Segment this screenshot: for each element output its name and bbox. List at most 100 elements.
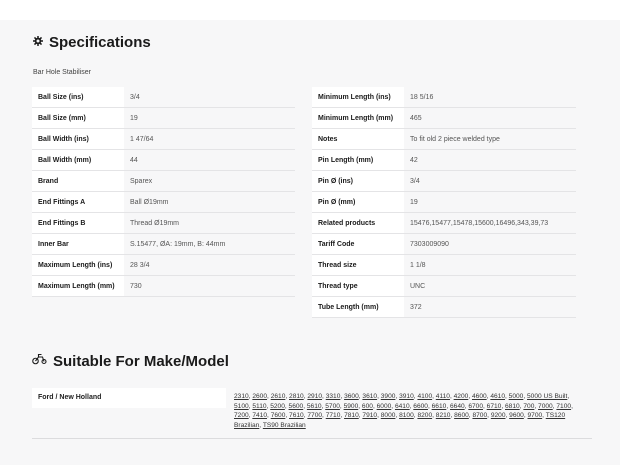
model-link[interactable]: 9700	[528, 412, 543, 419]
spec-value: 44	[124, 149, 295, 171]
model-link[interactable]: 5610	[307, 403, 322, 410]
spec-label: Minimum Length (mm)	[312, 107, 404, 129]
model-link[interactable]: 7200	[234, 412, 249, 419]
spec-row: Ball Width (ins) 1 47/64	[32, 128, 295, 150]
spec-row: Notes To fit old 2 piece welded type	[312, 128, 576, 150]
spec-value: 7303009090	[404, 233, 576, 255]
spec-row: Pin Length (mm) 42	[312, 149, 576, 171]
model-link[interactable]: 6610	[432, 403, 447, 410]
model-link[interactable]: 5600	[289, 403, 304, 410]
product-subtitle: Bar Hole Stabiliser	[33, 69, 91, 76]
spec-row: Brand Sparex	[32, 170, 295, 192]
spec-row: Maximum Length (ins) 28 3/4	[32, 254, 295, 276]
spec-label: Inner Bar	[32, 233, 124, 255]
model-link[interactable]: 5000 US Built	[527, 393, 567, 400]
model-link[interactable]: 5700	[325, 403, 340, 410]
model-link[interactable]: 9200	[491, 412, 506, 419]
spec-label: Minimum Length (ins)	[312, 87, 404, 108]
spec-value: 3/4	[404, 170, 576, 192]
spec-label: Thread size	[312, 254, 404, 276]
spec-label: Related products	[312, 212, 404, 234]
model-link[interactable]: 6700	[468, 403, 483, 410]
model-link[interactable]: 8000	[381, 412, 396, 419]
model-link[interactable]: 3910	[399, 393, 414, 400]
model-link[interactable]: 6640	[450, 403, 465, 410]
model-link[interactable]: 8700	[472, 412, 487, 419]
model-link[interactable]: 5100	[234, 403, 249, 410]
model-link[interactable]: 5110	[252, 403, 266, 410]
spec-label: Pin Ø (ins)	[312, 170, 404, 192]
model-link[interactable]: 2910	[307, 393, 322, 400]
model-link[interactable]: 2810	[289, 393, 304, 400]
spec-value: Sparex	[124, 170, 295, 192]
model-link[interactable]: 6810	[505, 403, 520, 410]
model-link[interactable]: 5900	[344, 403, 359, 410]
model-link[interactable]: 6000	[377, 403, 392, 410]
top-band	[0, 0, 620, 20]
spec-label: Notes	[312, 128, 404, 150]
spec-row: Related products 15476,15477,15478,15600,…	[312, 212, 576, 234]
model-link[interactable]: 3900	[381, 393, 396, 400]
model-link[interactable]: 5200	[270, 403, 285, 410]
spec-value: 18 5/16	[404, 87, 576, 108]
model-link[interactable]: 7600	[271, 412, 286, 419]
spec-label: Brand	[32, 170, 124, 192]
spec-value: S.15477, ØA: 19mm, B: 44mm	[124, 233, 295, 255]
model-link[interactable]: 7910	[362, 412, 377, 419]
spec-row: Pin Ø (ins) 3/4	[312, 170, 576, 192]
spec-value: 1 47/64	[124, 128, 295, 150]
spec-value: 3/4	[124, 87, 295, 108]
spec-row: End Fittings B Thread Ø19mm	[32, 212, 295, 234]
model-link[interactable]: 8100	[399, 412, 414, 419]
model-link[interactable]: 8200	[417, 412, 432, 419]
model-link[interactable]: 3610	[362, 393, 377, 400]
model-link[interactable]: 6600	[413, 403, 428, 410]
model-link[interactable]: 4100	[417, 393, 432, 400]
model-link[interactable]: 700	[523, 403, 534, 410]
model-link[interactable]: 600	[362, 403, 373, 410]
spec-label: Maximum Length (ins)	[32, 254, 124, 276]
model-link[interactable]: 7410	[252, 412, 267, 419]
spec-value: 42	[404, 149, 576, 171]
spec-row: Inner Bar S.15477, ØA: 19mm, B: 44mm	[32, 233, 295, 255]
spec-label: End Fittings B	[32, 212, 124, 234]
spec-row: Thread type UNC	[312, 275, 576, 297]
tractor-icon	[32, 352, 47, 370]
model-link[interactable]: 8210	[436, 412, 451, 419]
spec-value: UNC	[404, 275, 576, 297]
spec-value: 15476,15477,15478,15600,16496,343,39,73	[404, 212, 576, 234]
model-link[interactable]: 7100	[556, 403, 571, 410]
model-link[interactable]: 8600	[454, 412, 469, 419]
model-links: 2310, 2600, 2610, 2810, 2910, 3310, 3600…	[234, 393, 573, 429]
model-link[interactable]: 6410	[395, 403, 410, 410]
spec-table-right: Minimum Length (ins) 18 5/16 Minimum Lengt…	[312, 87, 576, 318]
model-link[interactable]: 7610	[289, 412, 304, 419]
spec-row: Tube Length (mm) 372	[312, 296, 576, 318]
model-link[interactable]: 9600	[509, 412, 524, 419]
model-link[interactable]: 7700	[307, 412, 322, 419]
make-label: Ford / New Holland	[32, 388, 226, 408]
model-link[interactable]: 2600	[252, 393, 267, 400]
model-link[interactable]: 4200	[454, 393, 469, 400]
spec-label: Ball Width (ins)	[32, 128, 124, 150]
spec-row: Thread size 1 1/8	[312, 254, 576, 276]
model-link[interactable]: TS90 Brazilian	[263, 422, 306, 429]
spec-row: Minimum Length (mm) 465	[312, 107, 576, 129]
spec-row: Ball Size (mm) 19	[32, 107, 295, 129]
model-link[interactable]: 7710	[326, 412, 341, 419]
spec-value: 28 3/4	[124, 254, 295, 276]
model-link[interactable]: 2610	[271, 393, 286, 400]
spec-value: 730	[124, 275, 295, 297]
model-link[interactable]: 2310	[234, 393, 249, 400]
model-link[interactable]: 3600	[344, 393, 359, 400]
model-link[interactable]: 5000	[509, 393, 524, 400]
spec-value: To fit old 2 piece welded type	[404, 128, 576, 150]
model-link[interactable]: 7000	[538, 403, 553, 410]
model-link[interactable]: 3310	[326, 393, 341, 400]
model-link[interactable]: 7810	[344, 412, 359, 419]
model-link[interactable]: 4110	[436, 393, 450, 400]
model-link[interactable]: 4610	[490, 393, 505, 400]
model-link[interactable]: 4600	[472, 393, 487, 400]
spec-label: Ball Size (ins)	[32, 87, 124, 108]
model-link[interactable]: 6710	[487, 403, 502, 410]
